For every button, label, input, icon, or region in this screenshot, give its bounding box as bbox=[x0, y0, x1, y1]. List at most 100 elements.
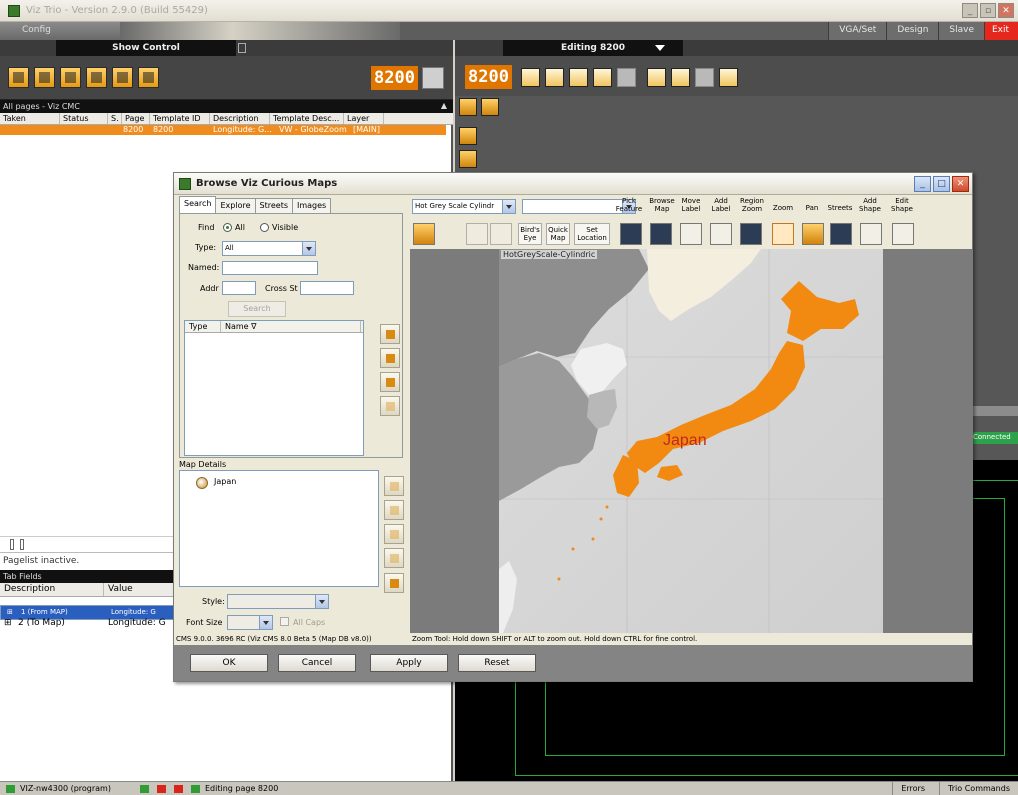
dialog-maximize-button[interactable]: □ bbox=[933, 176, 950, 192]
pagelist-icon[interactable] bbox=[34, 67, 55, 88]
dialog-close-button[interactable]: ✕ bbox=[952, 176, 969, 192]
play-icon[interactable] bbox=[521, 68, 540, 87]
redo-icon[interactable] bbox=[490, 223, 512, 245]
continue-icon[interactable] bbox=[569, 68, 588, 87]
grid-icon[interactable] bbox=[138, 67, 159, 88]
save-as-icon[interactable] bbox=[671, 68, 690, 87]
zoom-icon[interactable] bbox=[772, 223, 794, 245]
expand-icon[interactable]: ⊞ bbox=[0, 618, 14, 630]
cross-st-input[interactable] bbox=[300, 281, 354, 295]
close-button[interactable]: ✕ bbox=[998, 3, 1014, 18]
tab-streets[interactable]: Streets bbox=[254, 198, 293, 213]
move-tool-icon[interactable] bbox=[459, 127, 477, 145]
move-label-icon[interactable] bbox=[680, 223, 702, 245]
collapse-icon[interactable]: ▲ bbox=[441, 101, 447, 110]
map-view[interactable]: Japan HotGreyScale-Cylindric bbox=[410, 249, 972, 633]
add-shape-icon[interactable] bbox=[860, 223, 882, 245]
edit-shape-icon[interactable] bbox=[892, 223, 914, 245]
results-list[interactable]: Type Name ∇ bbox=[184, 320, 364, 456]
col-taken[interactable]: Taken bbox=[0, 113, 60, 124]
map-selector[interactable]: Hot Grey Scale Cylindr bbox=[412, 199, 516, 214]
minimize-button[interactable]: _ bbox=[962, 3, 978, 18]
detail-delete-icon[interactable] bbox=[384, 548, 404, 568]
globe-tool-icon[interactable] bbox=[459, 98, 477, 116]
add-label-icon[interactable] bbox=[710, 223, 732, 245]
restore-button[interactable]: ▫ bbox=[980, 3, 996, 18]
named-input[interactable] bbox=[222, 261, 318, 275]
remove-icon[interactable] bbox=[380, 396, 400, 416]
template-icon[interactable] bbox=[60, 67, 81, 88]
page-number-display[interactable]: 8200 bbox=[371, 66, 418, 90]
streets-icon[interactable] bbox=[830, 223, 852, 245]
open-folder-icon[interactable] bbox=[8, 67, 29, 88]
expand-icon[interactable]: ⊞ bbox=[3, 608, 17, 617]
tab-explore[interactable]: Explore bbox=[215, 198, 256, 213]
save-icon[interactable] bbox=[647, 68, 666, 87]
detail-up-icon[interactable] bbox=[384, 476, 404, 496]
link-icon[interactable] bbox=[380, 372, 400, 392]
preview-icon[interactable] bbox=[719, 68, 738, 87]
col-tf-description[interactable]: Description bbox=[0, 583, 104, 596]
search-tool-icon[interactable] bbox=[481, 98, 499, 116]
config-menu[interactable]: Config bbox=[0, 22, 120, 40]
set-location-button[interactable]: Set Location bbox=[574, 223, 610, 245]
exit-button[interactable]: Exit bbox=[984, 22, 1018, 40]
table-row[interactable]: 8200 8200 Longitude: G... VW - GlobeZoom… bbox=[0, 125, 446, 135]
browse-map-icon[interactable] bbox=[650, 223, 672, 245]
type-select[interactable]: All bbox=[222, 241, 316, 256]
take-page-button[interactable] bbox=[422, 67, 444, 89]
ok-button[interactable]: OK bbox=[190, 654, 268, 672]
record-icon[interactable] bbox=[86, 67, 107, 88]
col-layer[interactable]: Layer bbox=[344, 113, 384, 124]
list-item[interactable]: Japan bbox=[214, 477, 236, 486]
apply-button[interactable]: Apply bbox=[370, 654, 448, 672]
move-tool-2-icon[interactable] bbox=[459, 150, 477, 168]
open-map-icon[interactable] bbox=[413, 223, 435, 245]
add-all-icon[interactable] bbox=[380, 348, 400, 368]
add-result-icon[interactable] bbox=[380, 324, 400, 344]
map-country-label[interactable]: Japan bbox=[663, 432, 707, 449]
style-select[interactable] bbox=[227, 594, 329, 609]
col-tf-value[interactable]: Value bbox=[104, 583, 184, 596]
tab-images[interactable]: Images bbox=[292, 198, 332, 213]
col-template-id[interactable]: Template ID bbox=[150, 113, 210, 124]
col-template-desc[interactable]: Template Desc... bbox=[270, 113, 344, 124]
col-s[interactable]: S. bbox=[108, 113, 122, 124]
find-visible-radio[interactable] bbox=[260, 223, 269, 232]
detail-edit-icon[interactable] bbox=[384, 573, 404, 593]
col-page[interactable]: Page bbox=[122, 113, 150, 124]
detail-link-icon[interactable] bbox=[384, 500, 404, 520]
region-zoom-icon[interactable] bbox=[740, 223, 762, 245]
col-description[interactable]: Description bbox=[210, 113, 270, 124]
errors-button[interactable]: Errors bbox=[892, 782, 933, 795]
search-button[interactable]: Search bbox=[228, 301, 286, 317]
wand-icon[interactable] bbox=[112, 67, 133, 88]
vga-set-button[interactable]: VGA/Set bbox=[828, 22, 887, 40]
reset-button[interactable]: Reset bbox=[458, 654, 536, 672]
font-size-select[interactable] bbox=[227, 615, 273, 630]
map-details-list[interactable]: Japan bbox=[179, 470, 379, 587]
design-button[interactable]: Design bbox=[886, 22, 939, 40]
all-caps-checkbox[interactable] bbox=[280, 617, 289, 626]
pan-icon[interactable] bbox=[802, 223, 824, 245]
col-name[interactable]: Name ∇ bbox=[221, 321, 361, 332]
detail-move-icon[interactable] bbox=[384, 524, 404, 544]
out-icon[interactable] bbox=[593, 68, 612, 87]
addr-input[interactable] bbox=[222, 281, 256, 295]
undo-icon[interactable] bbox=[466, 223, 488, 245]
dialog-minimize-button[interactable]: _ bbox=[914, 176, 931, 192]
tab-search[interactable]: Search bbox=[179, 196, 217, 213]
col-status[interactable]: Status bbox=[60, 113, 108, 124]
cancel-button[interactable]: Cancel bbox=[278, 654, 356, 672]
trio-commands-button[interactable]: Trio Commands bbox=[939, 782, 1018, 795]
map-canvas[interactable]: Japan HotGreyScale-Cylindric bbox=[499, 249, 883, 633]
slave-button[interactable]: Slave bbox=[938, 22, 984, 40]
pick-feature-icon[interactable] bbox=[620, 223, 642, 245]
dialog-titlebar[interactable]: Browse Viz Curious Maps _ □ ✕ bbox=[174, 173, 972, 195]
find-all-radio[interactable] bbox=[223, 223, 232, 232]
fast-forward-icon[interactable] bbox=[545, 68, 564, 87]
pin-icon[interactable] bbox=[238, 43, 246, 53]
quick-map-button[interactable]: Quick Map bbox=[546, 223, 570, 245]
editing-header[interactable]: Editing 8200 bbox=[503, 40, 683, 56]
col-type[interactable]: Type bbox=[185, 321, 221, 332]
